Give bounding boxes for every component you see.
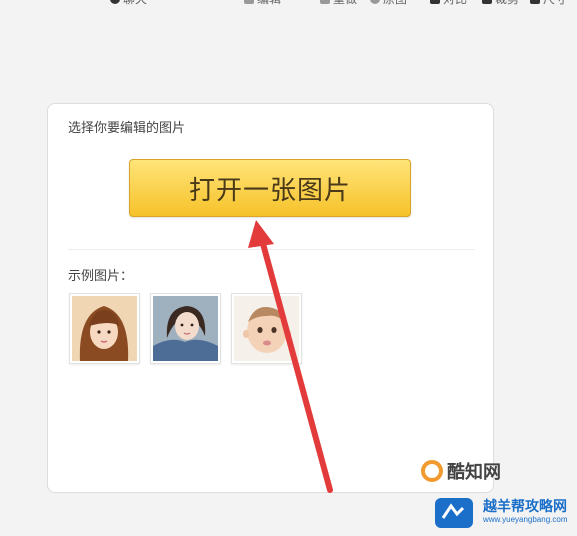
toolbar-item-size[interactable]: 尺寸 [530, 0, 567, 7]
example-photo-1[interactable] [69, 293, 140, 364]
example-photo-2-image [153, 296, 218, 361]
toolbar-label: 裁剪 [495, 0, 519, 7]
toolbar-item-redo[interactable]: 重做 [320, 0, 357, 7]
examples-label: 示例图片： [68, 268, 134, 283]
compare-icon [430, 0, 440, 4]
search-icon [110, 0, 120, 4]
example-photo-2[interactable] [150, 293, 221, 364]
toolbar-label: 尺寸 [543, 0, 567, 7]
watermark-kuzhi: 酷知网 [421, 458, 501, 484]
toolbar-label: 对比 [443, 0, 467, 7]
toolbar-label: 编辑 [257, 0, 281, 7]
example-photo-3[interactable] [231, 293, 302, 364]
toolbar-label: 重做 [333, 0, 357, 7]
watermark-kuzhi-text: 酷知网 [447, 462, 501, 482]
panel-title: 选择你要编辑的图片 [68, 120, 186, 135]
toolbar-label: 聊天 [123, 0, 147, 7]
top-toolbar: 聊天 编辑 重做 原图 对比 裁剪 尺寸 [0, 0, 577, 8]
example-photo-3-image [234, 296, 299, 361]
yueyangbang-logo-icon [435, 498, 473, 528]
watermark-yueyangbang: 越羊帮攻略网 www.yueyangbang.com [433, 494, 577, 531]
circle-icon [370, 0, 380, 4]
diamond-icon [320, 0, 330, 4]
watermark-yueyangbang-name: 越羊帮攻略网 [483, 498, 567, 514]
resize-icon [530, 0, 540, 4]
open-image-panel: 选择你要编辑的图片 打开一张图片 示例图片： [47, 103, 494, 493]
example-photo-1-image [72, 296, 137, 361]
toolbar-label: 原图 [383, 0, 407, 7]
diamond-icon [244, 0, 254, 4]
kuzhi-logo-icon [421, 460, 443, 482]
watermark-yueyangbang-url: www.yueyangbang.com [483, 515, 568, 524]
toolbar-item-original[interactable]: 原图 [370, 0, 407, 7]
example-thumbnails [69, 293, 302, 364]
toolbar-item-edit[interactable]: 编辑 [244, 0, 281, 7]
toolbar-item-chat[interactable]: 聊天 [110, 0, 147, 7]
open-image-button[interactable]: 打开一张图片 [129, 159, 411, 217]
toolbar-item-compare[interactable]: 对比 [430, 0, 467, 7]
crop-icon [482, 0, 492, 4]
divider [68, 249, 475, 250]
toolbar-item-crop[interactable]: 裁剪 [482, 0, 519, 7]
